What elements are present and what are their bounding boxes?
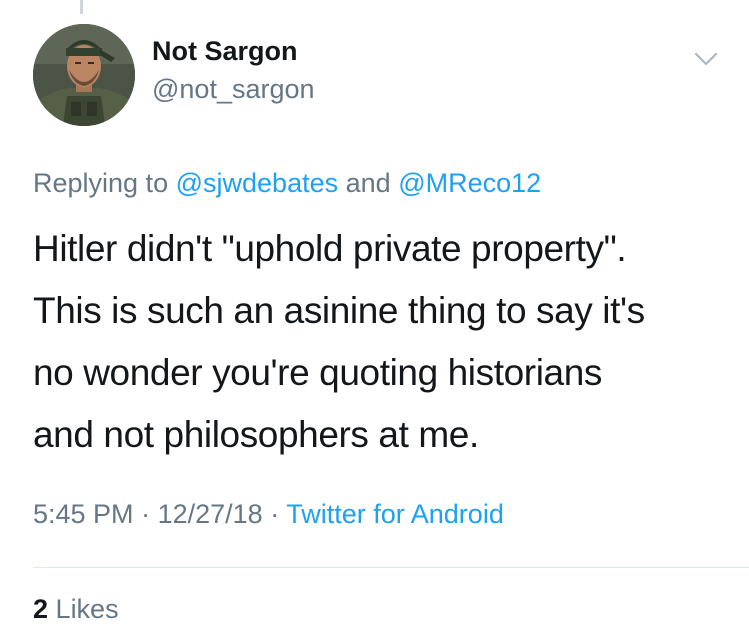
replying-and-label: and <box>345 168 391 198</box>
soldier-avatar-icon <box>33 24 135 126</box>
tweet-time[interactable]: 5:45 PM <box>33 499 134 529</box>
meta-separator: · <box>270 499 280 529</box>
tweet-date[interactable]: 12/27/18 <box>158 499 263 529</box>
mention-link-sjwdebates[interactable]: @sjwdebates <box>176 168 339 198</box>
likes-label: Likes <box>55 594 119 624</box>
tweet-metadata: 5:45 PM · 12/27/18 · Twitter for Android <box>33 499 504 530</box>
tweet-text-line: and not philosophers at me. <box>33 414 479 455</box>
likes-stat[interactable]: 2 Likes <box>33 594 119 625</box>
thread-connector-line <box>80 0 83 14</box>
tweet-text: Hitler didn't "uphold private property".… <box>33 218 733 466</box>
divider <box>33 567 749 568</box>
avatar[interactable] <box>33 24 135 126</box>
more-options-button[interactable] <box>690 44 722 72</box>
meta-separator: · <box>141 499 151 529</box>
tweet-text-line: This is such an asinine thing to say it'… <box>33 290 645 331</box>
author-handle[interactable]: @not_sargon <box>152 74 315 105</box>
tweet-source-link[interactable]: Twitter for Android <box>286 499 504 529</box>
mention-link-mreco12[interactable]: @MReco12 <box>398 168 541 198</box>
tweet-text-line: Hitler didn't "uphold private property". <box>33 228 627 269</box>
replying-to-label: Replying to <box>33 168 169 198</box>
replying-to-line: Replying to @sjwdebates and @MReco12 <box>33 168 541 199</box>
chevron-down-icon <box>694 52 718 66</box>
author-display-name[interactable]: Not Sargon <box>152 36 298 67</box>
likes-count: 2 <box>33 594 49 624</box>
tweet-text-line: no wonder you're quoting historians <box>33 352 602 393</box>
